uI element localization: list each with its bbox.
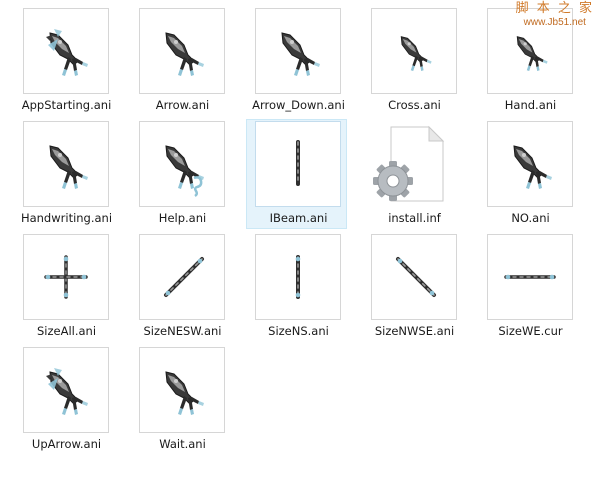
handwriting-cursor-icon <box>23 121 109 207</box>
wait-cursor-icon <box>139 347 225 433</box>
help-cursor-icon <box>139 121 225 207</box>
file-item[interactable]: Arrow.ani <box>126 4 239 117</box>
size-all-cursor-icon <box>23 234 109 320</box>
file-item[interactable]: SizeWE.cur <box>474 230 587 343</box>
file-item[interactable]: UpArrow.ani <box>10 343 123 456</box>
file-name-label: Cross.ani <box>388 98 441 112</box>
arrow-down-cursor-icon <box>255 8 341 94</box>
file-item[interactable]: SizeNS.ani <box>242 230 355 343</box>
up-arrow-cursor-icon <box>23 347 109 433</box>
watermark-url: www.Jb51.net <box>523 16 586 28</box>
file-name-label: SizeNS.ani <box>268 324 329 338</box>
file-name-label: AppStarting.ani <box>21 98 112 112</box>
size-nesw-cursor-icon <box>139 234 225 320</box>
no-cursor-icon <box>487 121 573 207</box>
file-item[interactable]: Handwriting.ani <box>10 117 123 230</box>
file-name-label: Arrow_Down.ani <box>252 98 345 112</box>
file-item[interactable]: Arrow_Down.ani <box>242 4 355 117</box>
ibeam-cursor-icon <box>255 121 341 207</box>
file-name-label: Wait.ani <box>159 437 206 451</box>
arrow-cursor-icon <box>139 8 225 94</box>
size-nwse-cursor-icon <box>371 234 457 320</box>
file-item[interactable]: SizeNESW.ani <box>126 230 239 343</box>
file-item[interactable]: SizeAll.ani <box>10 230 123 343</box>
app-starting-cursor-icon <box>23 8 109 94</box>
file-name-label: SizeWE.cur <box>498 324 563 338</box>
watermark-title: 脚 本 之 家 <box>515 1 594 16</box>
file-name-label: Handwriting.ani <box>20 211 113 225</box>
file-name-label: SizeNWSE.ani <box>374 324 455 338</box>
file-item[interactable]: Help.ani <box>126 117 239 230</box>
file-name-label: IBeam.ani <box>269 211 328 225</box>
file-item[interactable]: IBeam.ani <box>242 117 355 230</box>
file-item[interactable]: AppStarting.ani <box>10 4 123 117</box>
file-name-label: SizeAll.ani <box>36 324 97 338</box>
file-item[interactable]: Cross.ani <box>358 4 471 117</box>
file-name-label: Hand.ani <box>504 98 557 112</box>
file-item[interactable]: SizeNWSE.ani <box>358 230 471 343</box>
settings-file-icon <box>371 121 457 207</box>
file-name-label: Arrow.ani <box>155 98 210 112</box>
file-item[interactable]: NO.ani <box>474 117 587 230</box>
size-ns-cursor-icon <box>255 234 341 320</box>
file-item[interactable]: Wait.ani <box>126 343 239 456</box>
file-name-label: Help.ani <box>158 211 207 225</box>
file-name-label: UpArrow.ani <box>31 437 102 451</box>
file-grid: AppStarting.ani Arrow.ani Arrow_Down.ani Cr… <box>10 4 587 456</box>
site-watermark: 脚 本 之 家 www.Jb51.net <box>515 1 594 28</box>
file-name-label: install.inf <box>388 211 441 225</box>
size-we-cursor-icon <box>487 234 573 320</box>
file-item[interactable]: install.inf <box>358 117 471 230</box>
file-name-label: NO.ani <box>511 211 550 225</box>
file-name-label: SizeNESW.ani <box>143 324 222 338</box>
cross-cursor-icon <box>371 8 457 94</box>
